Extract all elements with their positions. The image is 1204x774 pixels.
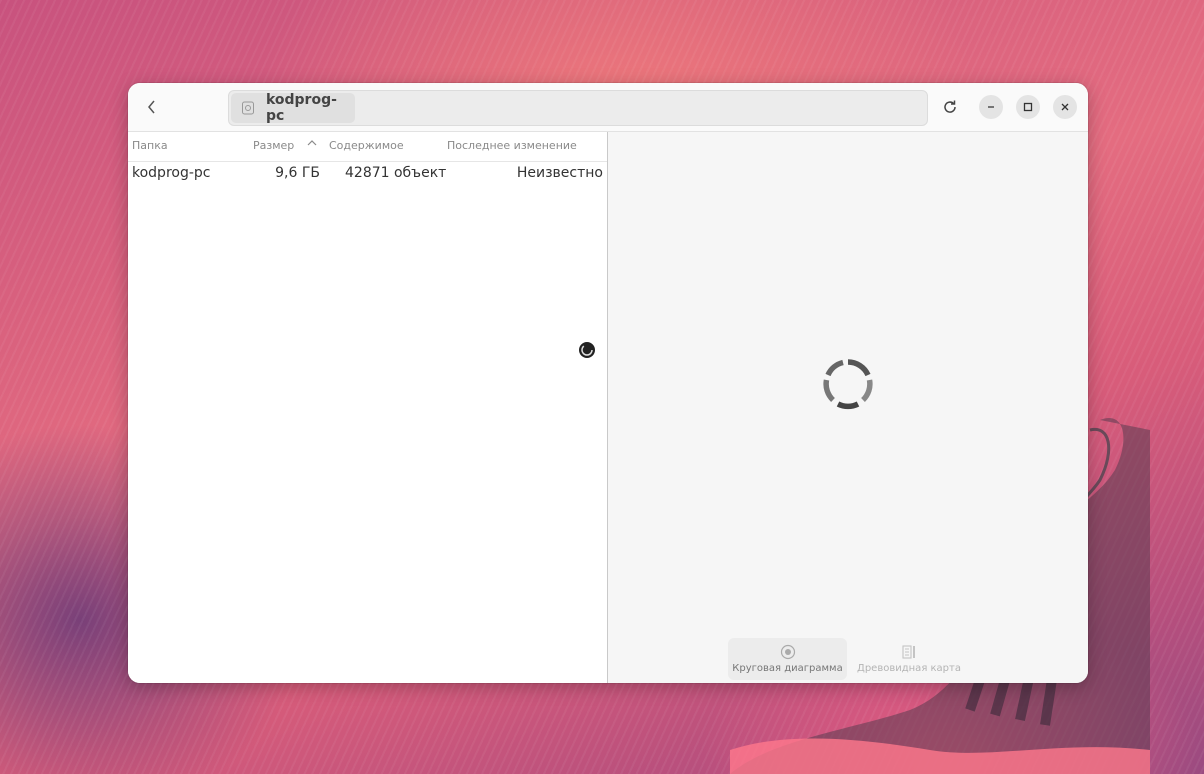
maximize-icon [1023, 102, 1033, 112]
column-header-size[interactable]: Размер [253, 139, 294, 152]
treemap-icon [902, 645, 915, 659]
view-switcher: Круговая диаграмма Древовидная карта [728, 638, 968, 680]
drive-icon [240, 100, 256, 116]
pie-chart-view-button[interactable]: Круговая диаграмма [728, 638, 847, 680]
back-button[interactable] [136, 91, 168, 123]
column-headers: Папка Размер Содержимое Последнее измене… [128, 132, 607, 162]
close-button[interactable] [1053, 95, 1077, 119]
row-modified: Неизвестно [516, 165, 603, 181]
location-bar[interactable]: kodprog-pc [228, 90, 928, 126]
sort-ascending-icon [306, 137, 318, 152]
go-back-icon [148, 100, 155, 114]
close-icon [1061, 103, 1069, 111]
location-label: kodprog-pc [265, 92, 337, 124]
minimize-button[interactable] [979, 95, 1003, 119]
disk-usage-window: kodprog-pc Папка Размер Содержимое После… [128, 83, 1088, 683]
breadcrumb-location[interactable]: kodprog-pc [231, 92, 355, 124]
header-bar: kodprog-pc [128, 83, 1088, 132]
column-header-content[interactable]: Содержимое [329, 139, 404, 152]
column-header-modified[interactable]: Последнее изменение [447, 139, 577, 152]
treemap-view-button[interactable]: Древовидная карта [850, 638, 968, 680]
table-row[interactable]: kodprog-pc 9,6 ГБ 42871 объект Неизвестн… [128, 162, 607, 186]
row-content: 42871 объект [345, 165, 447, 181]
busy-cursor-icon [579, 342, 595, 358]
reload-button[interactable] [938, 95, 962, 119]
loading-spinner-icon [823, 359, 873, 410]
column-header-folder[interactable]: Папка [132, 139, 168, 152]
maximize-button[interactable] [1016, 95, 1040, 119]
treemap-label: Древовидная карта [857, 663, 961, 674]
minimize-icon [988, 106, 994, 108]
row-size: 9,6 ГБ [275, 165, 320, 181]
chart-pane: Круговая диаграмма Древовидная карта [608, 132, 1088, 683]
pie-chart-icon [780, 644, 795, 660]
folder-list-pane: Папка Размер Содержимое Последнее измене… [128, 132, 608, 683]
reload-icon [944, 100, 956, 113]
pie-chart-label: Круговая диаграмма [732, 663, 843, 674]
row-name: kodprog-pc [132, 165, 211, 181]
